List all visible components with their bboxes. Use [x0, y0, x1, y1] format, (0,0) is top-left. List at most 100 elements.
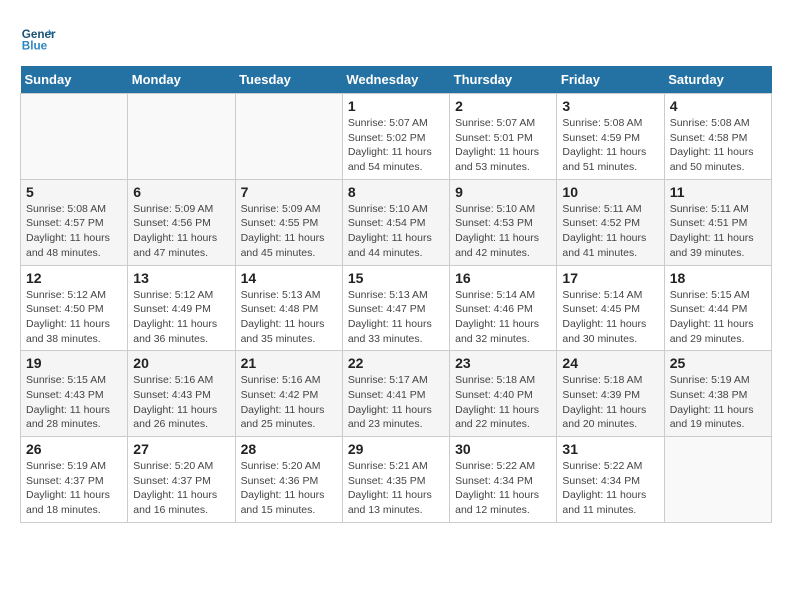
- day-info: Sunrise: 5:16 AMSunset: 4:42 PMDaylight:…: [241, 373, 337, 432]
- day-number: 10: [562, 184, 658, 200]
- page-header: General Blue: [20, 20, 772, 56]
- day-info: Sunrise: 5:22 AMSunset: 4:34 PMDaylight:…: [562, 459, 658, 518]
- calendar-header: SundayMondayTuesdayWednesdayThursdayFrid…: [21, 66, 772, 94]
- calendar-cell: 13 Sunrise: 5:12 AMSunset: 4:49 PMDayligh…: [128, 265, 235, 351]
- day-info: Sunrise: 5:10 AMSunset: 4:53 PMDaylight:…: [455, 202, 551, 261]
- calendar-cell: 2 Sunrise: 5:07 AMSunset: 5:01 PMDaylight…: [450, 94, 557, 180]
- day-number: 26: [26, 441, 122, 457]
- day-info: Sunrise: 5:08 AMSunset: 4:59 PMDaylight:…: [562, 116, 658, 175]
- calendar-cell: 5Sunrise: 5:08 AMSunset: 4:57 PMDaylight…: [21, 179, 128, 265]
- day-number: 12: [26, 270, 122, 286]
- calendar-cell: 4 Sunrise: 5:08 AMSunset: 4:58 PMDaylight…: [664, 94, 771, 180]
- day-info: Sunrise: 5:09 AMSunset: 4:56 PMDaylight:…: [133, 202, 229, 261]
- day-info: Sunrise: 5:08 AMSunset: 4:58 PMDaylight:…: [670, 116, 766, 175]
- calendar-cell: 27 Sunrise: 5:20 AMSunset: 4:37 PMDayligh…: [128, 437, 235, 523]
- calendar-cell: 10 Sunrise: 5:11 AMSunset: 4:52 PMDayligh…: [557, 179, 664, 265]
- day-info: Sunrise: 5:18 AMSunset: 4:39 PMDaylight:…: [562, 373, 658, 432]
- col-header-saturday: Saturday: [664, 66, 771, 94]
- day-number: 6: [133, 184, 229, 200]
- day-number: 24: [562, 355, 658, 371]
- logo-icon: General Blue: [20, 20, 56, 56]
- calendar-cell: 31 Sunrise: 5:22 AMSunset: 4:34 PMDayligh…: [557, 437, 664, 523]
- day-number: 17: [562, 270, 658, 286]
- calendar-cell: 21 Sunrise: 5:16 AMSunset: 4:42 PMDayligh…: [235, 351, 342, 437]
- calendar-cell: [128, 94, 235, 180]
- day-number: 15: [348, 270, 444, 286]
- day-info: Sunrise: 5:21 AMSunset: 4:35 PMDaylight:…: [348, 459, 444, 518]
- day-info: Sunrise: 5:17 AMSunset: 4:41 PMDaylight:…: [348, 373, 444, 432]
- day-info: Sunrise: 5:12 AMSunset: 4:49 PMDaylight:…: [133, 288, 229, 347]
- day-number: 25: [670, 355, 766, 371]
- calendar-week-1: 1Sunrise: 5:07 AMSunset: 5:02 PMDaylight…: [21, 94, 772, 180]
- col-header-friday: Friday: [557, 66, 664, 94]
- col-header-tuesday: Tuesday: [235, 66, 342, 94]
- col-header-sunday: Sunday: [21, 66, 128, 94]
- logo: General Blue: [20, 20, 56, 56]
- day-info: Sunrise: 5:12 AMSunset: 4:50 PMDaylight:…: [26, 288, 122, 347]
- day-number: 28: [241, 441, 337, 457]
- calendar-cell: 15 Sunrise: 5:13 AMSunset: 4:47 PMDayligh…: [342, 265, 449, 351]
- day-number: 11: [670, 184, 766, 200]
- col-header-thursday: Thursday: [450, 66, 557, 94]
- calendar-week-5: 26 Sunrise: 5:19 AMSunset: 4:37 PMDayligh…: [21, 437, 772, 523]
- calendar-cell: 22Sunrise: 5:17 AMSunset: 4:41 PMDayligh…: [342, 351, 449, 437]
- calendar-cell: 9 Sunrise: 5:10 AMSunset: 4:53 PMDaylight…: [450, 179, 557, 265]
- day-number: 31: [562, 441, 658, 457]
- col-header-monday: Monday: [128, 66, 235, 94]
- calendar-cell: 16 Sunrise: 5:14 AMSunset: 4:46 PMDayligh…: [450, 265, 557, 351]
- day-number: 18: [670, 270, 766, 286]
- calendar-cell: 23 Sunrise: 5:18 AMSunset: 4:40 PMDayligh…: [450, 351, 557, 437]
- day-info: Sunrise: 5:10 AMSunset: 4:54 PMDaylight:…: [348, 202, 444, 261]
- day-info: Sunrise: 5:07 AMSunset: 5:01 PMDaylight:…: [455, 116, 551, 175]
- day-info: Sunrise: 5:15 AMSunset: 4:43 PMDaylight:…: [26, 373, 122, 432]
- calendar-cell: 8 Sunrise: 5:10 AMSunset: 4:54 PMDaylight…: [342, 179, 449, 265]
- calendar-cell: 11Sunrise: 5:11 AMSunset: 4:51 PMDayligh…: [664, 179, 771, 265]
- day-info: Sunrise: 5:16 AMSunset: 4:43 PMDaylight:…: [133, 373, 229, 432]
- svg-text:Blue: Blue: [22, 40, 48, 53]
- day-number: 2: [455, 98, 551, 114]
- col-header-wednesday: Wednesday: [342, 66, 449, 94]
- day-info: Sunrise: 5:19 AMSunset: 4:37 PMDaylight:…: [26, 459, 122, 518]
- calendar-cell: 6 Sunrise: 5:09 AMSunset: 4:56 PMDaylight…: [128, 179, 235, 265]
- day-number: 4: [670, 98, 766, 114]
- day-number: 1: [348, 98, 444, 114]
- day-info: Sunrise: 5:19 AMSunset: 4:38 PMDaylight:…: [670, 373, 766, 432]
- day-number: 20: [133, 355, 229, 371]
- day-info: Sunrise: 5:08 AMSunset: 4:57 PMDaylight:…: [26, 202, 122, 261]
- day-number: 9: [455, 184, 551, 200]
- day-number: 13: [133, 270, 229, 286]
- day-number: 29: [348, 441, 444, 457]
- day-info: Sunrise: 5:18 AMSunset: 4:40 PMDaylight:…: [455, 373, 551, 432]
- calendar-table: SundayMondayTuesdayWednesdayThursdayFrid…: [20, 66, 772, 523]
- day-info: Sunrise: 5:20 AMSunset: 4:37 PMDaylight:…: [133, 459, 229, 518]
- day-number: 27: [133, 441, 229, 457]
- day-info: Sunrise: 5:14 AMSunset: 4:45 PMDaylight:…: [562, 288, 658, 347]
- calendar-cell: 24 Sunrise: 5:18 AMSunset: 4:39 PMDayligh…: [557, 351, 664, 437]
- day-info: Sunrise: 5:09 AMSunset: 4:55 PMDaylight:…: [241, 202, 337, 261]
- day-number: 23: [455, 355, 551, 371]
- day-info: Sunrise: 5:13 AMSunset: 4:47 PMDaylight:…: [348, 288, 444, 347]
- calendar-cell: 28Sunrise: 5:20 AMSunset: 4:36 PMDayligh…: [235, 437, 342, 523]
- day-info: Sunrise: 5:11 AMSunset: 4:52 PMDaylight:…: [562, 202, 658, 261]
- day-number: 21: [241, 355, 337, 371]
- day-info: Sunrise: 5:22 AMSunset: 4:34 PMDaylight:…: [455, 459, 551, 518]
- calendar-cell: 18Sunrise: 5:15 AMSunset: 4:44 PMDayligh…: [664, 265, 771, 351]
- calendar-cell: 12 Sunrise: 5:12 AMSunset: 4:50 PMDayligh…: [21, 265, 128, 351]
- calendar-week-4: 19 Sunrise: 5:15 AMSunset: 4:43 PMDayligh…: [21, 351, 772, 437]
- day-number: 19: [26, 355, 122, 371]
- calendar-cell: 20 Sunrise: 5:16 AMSunset: 4:43 PMDayligh…: [128, 351, 235, 437]
- day-info: Sunrise: 5:14 AMSunset: 4:46 PMDaylight:…: [455, 288, 551, 347]
- day-number: 7: [241, 184, 337, 200]
- calendar-cell: 17 Sunrise: 5:14 AMSunset: 4:45 PMDayligh…: [557, 265, 664, 351]
- calendar-week-2: 5Sunrise: 5:08 AMSunset: 4:57 PMDaylight…: [21, 179, 772, 265]
- calendar-week-3: 12 Sunrise: 5:12 AMSunset: 4:50 PMDayligh…: [21, 265, 772, 351]
- day-number: 3: [562, 98, 658, 114]
- day-number: 8: [348, 184, 444, 200]
- day-number: 16: [455, 270, 551, 286]
- day-number: 14: [241, 270, 337, 286]
- calendar-cell: 30 Sunrise: 5:22 AMSunset: 4:34 PMDayligh…: [450, 437, 557, 523]
- day-number: 30: [455, 441, 551, 457]
- calendar-cell: 19 Sunrise: 5:15 AMSunset: 4:43 PMDayligh…: [21, 351, 128, 437]
- day-info: Sunrise: 5:13 AMSunset: 4:48 PMDaylight:…: [241, 288, 337, 347]
- calendar-cell: 1Sunrise: 5:07 AMSunset: 5:02 PMDaylight…: [342, 94, 449, 180]
